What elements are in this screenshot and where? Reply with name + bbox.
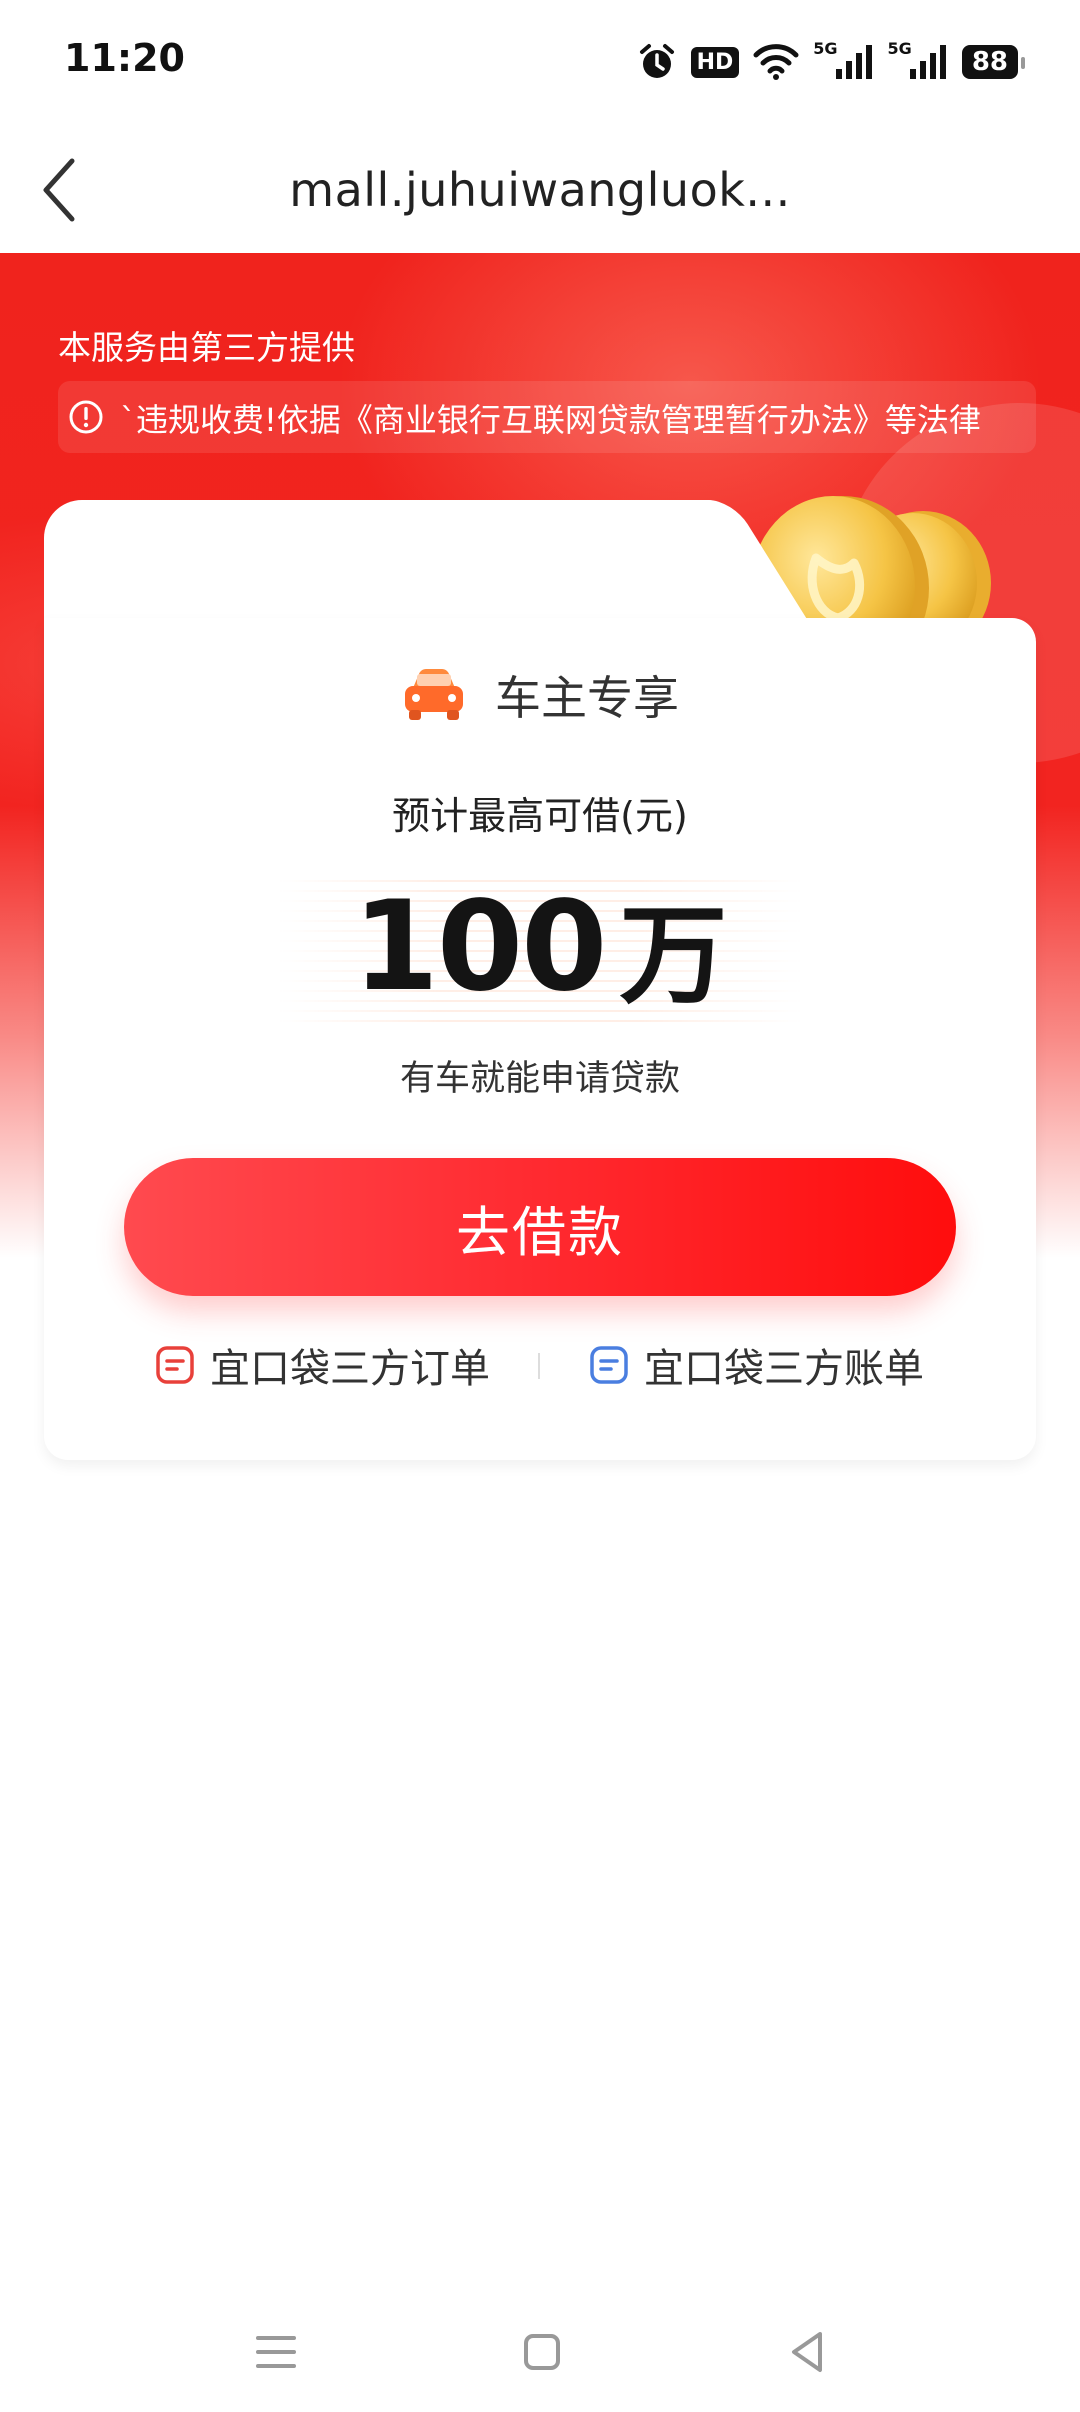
eligibility-text: 有车就能申请贷款 [399, 1059, 680, 1099]
back-button[interactable] [34, 155, 94, 225]
estimate-label: 预计最高可借(元) [392, 794, 688, 838]
system-nav-bar [0, 2300, 1080, 2412]
back-nav-button[interactable] [778, 2322, 838, 2382]
page-url-title: mall.juhuiwangluok... [289, 163, 791, 217]
marquee-notice[interactable]: `违规收费!依据《商业银行互联网贷款管理暂行办法》等法律 [58, 381, 1036, 453]
car-owner-badge: 车主专享 [495, 671, 679, 725]
home-button[interactable] [512, 2322, 572, 2382]
order-icon [156, 1346, 194, 1384]
menu-icon [256, 2336, 296, 2368]
chevron-left-icon [43, 158, 75, 222]
loan-amount: 100 万 [0, 872, 1080, 1022]
bill-icon [590, 1346, 628, 1384]
signal-icon: 5G [813, 39, 873, 81]
alarm-icon [637, 42, 677, 82]
divider [538, 1353, 540, 1379]
provider-notice: 本服务由第三方提供 [58, 328, 355, 367]
status-icons: HD 5G 5G 88 [637, 38, 1026, 86]
third-party-order-link[interactable]: 宜口袋三方订单 [154, 1335, 490, 1395]
order-links: 宜口袋三方订单 宜口袋三方账单 [0, 1335, 1080, 1395]
wifi-icon [753, 43, 799, 81]
car-icon [405, 669, 463, 720]
info-circle-icon [69, 400, 103, 434]
signal-label: 5G [887, 38, 912, 58]
signal-label: 5G [813, 38, 838, 58]
amount-unit: 万 [619, 894, 728, 1019]
link-label: 宜口袋三方账单 [644, 1346, 924, 1392]
home-square-icon [524, 2334, 560, 2370]
amount-number: 100 [352, 875, 608, 1019]
back-triangle-icon [792, 2332, 822, 2372]
browser-nav-bar: mall.juhuiwangluok... [0, 125, 1080, 253]
battery-icon: 88 [961, 45, 1026, 79]
third-party-bill-link[interactable]: 宜口袋三方账单 [588, 1335, 924, 1395]
loan-card [44, 618, 1036, 1460]
hd-icon: HD [690, 46, 740, 78]
status-time: 11:20 [64, 36, 185, 80]
borrow-button[interactable]: 去借款 [124, 1158, 956, 1296]
status-bar: 11:20 HD 5G 5G 88 [0, 0, 1080, 125]
menu-button[interactable] [246, 2322, 306, 2382]
marquee-text: `违规收费!依据《商业银行互联网贷款管理暂行办法》等法律 [120, 401, 981, 439]
signal-icon: 5G [888, 39, 948, 81]
badge-row: 车主专享 [0, 660, 1080, 730]
link-label: 宜口袋三方订单 [210, 1346, 490, 1392]
